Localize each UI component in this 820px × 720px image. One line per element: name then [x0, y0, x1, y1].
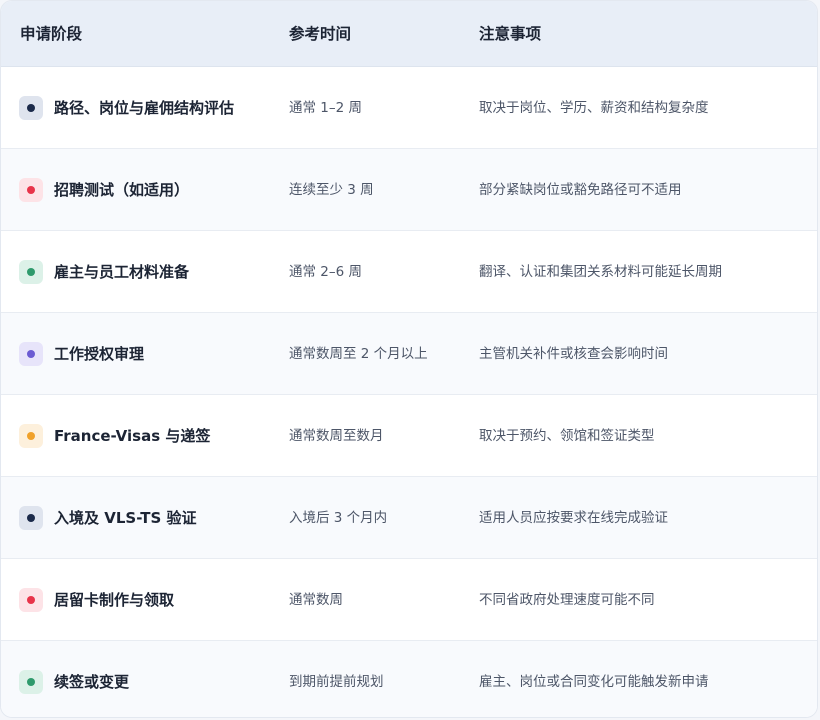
time-cell: 入境后 3 个月内 [289, 510, 388, 526]
dot-icon [27, 514, 35, 522]
dot-icon [27, 268, 35, 276]
notes-cell: 雇主、岗位或合同变化可能触发新申请 [479, 674, 709, 690]
stage-dot-icon [19, 178, 43, 202]
notes-cell: 取决于预约、领馆和签证类型 [479, 428, 655, 444]
table-row: 续签或变更 到期前提前规划 雇主、岗位或合同变化可能触发新申请 [1, 641, 817, 717]
table-body: 路径、岗位与雇佣结构评估 通常 1–2 周 取决于岗位、学历、薪资和结构复杂度招聘测… [1, 67, 817, 717]
dot-icon [27, 432, 35, 440]
header-stage: 申请阶段 [20, 25, 83, 43]
notes-cell: 主管机关补件或核查会影响时间 [479, 346, 668, 362]
dot-icon [27, 350, 35, 358]
stage-cell: 工作授权审理 [54, 345, 145, 363]
stage-dot-icon [19, 424, 43, 448]
stage-cell: France-Visas 与递签 [54, 427, 211, 445]
stage-cell: 路径、岗位与雇佣结构评估 [54, 99, 235, 117]
dot-icon [27, 678, 35, 686]
time-cell: 通常数周至 2 个月以上 [289, 346, 428, 362]
table-row: 居留卡制作与领取 通常数周 不同省政府处理速度可能不同 [1, 559, 817, 641]
stage-cell: 居留卡制作与领取 [54, 591, 175, 609]
time-cell: 连续至少 3 周 [289, 182, 374, 198]
stage-cell: 雇主与员工材料准备 [54, 263, 190, 281]
dot-icon [27, 104, 35, 112]
dot-icon [27, 186, 35, 194]
time-cell: 通常 1–2 周 [289, 100, 363, 116]
table-row: 入境及 VLS-TS 验证 入境后 3 个月内 适用人员应按要求在线完成验证 [1, 477, 817, 559]
header-time: 参考时间 [289, 25, 352, 43]
table-row: 雇主与员工材料准备 通常 2–6 周 翻译、认证和集团关系材料可能延长周期 [1, 231, 817, 313]
time-cell: 通常数周至数月 [289, 428, 384, 444]
stage-cell: 续签或变更 [54, 673, 130, 691]
table-row: France-Visas 与递签 通常数周至数月 取决于预约、领馆和签证类型 [1, 395, 817, 477]
table-header: 申请阶段 参考时间 注意事项 [1, 1, 817, 67]
timeline-table: 申请阶段 参考时间 注意事项 路径、岗位与雇佣结构评估 通常 1–2 周 取决于岗位… [0, 0, 818, 718]
notes-cell: 不同省政府处理速度可能不同 [479, 592, 655, 608]
stage-dot-icon [19, 588, 43, 612]
notes-cell: 翻译、认证和集团关系材料可能延长周期 [479, 264, 722, 280]
table-row: 招聘测试（如适用） 连续至少 3 周 部分紧缺岗位或豁免路径可不适用 [1, 149, 817, 231]
stage-cell: 招聘测试（如适用） [54, 181, 190, 199]
stage-dot-icon [19, 96, 43, 120]
dot-icon [27, 596, 35, 604]
time-cell: 到期前提前规划 [289, 674, 384, 690]
stage-dot-icon [19, 260, 43, 284]
stage-dot-icon [19, 342, 43, 366]
time-cell: 通常数周 [289, 592, 343, 608]
table-row: 工作授权审理 通常数周至 2 个月以上 主管机关补件或核查会影响时间 [1, 313, 817, 395]
notes-cell: 部分紧缺岗位或豁免路径可不适用 [479, 182, 682, 198]
time-cell: 通常 2–6 周 [289, 264, 363, 280]
header-notes: 注意事项 [479, 25, 542, 43]
notes-cell: 适用人员应按要求在线完成验证 [479, 510, 668, 526]
notes-cell: 取决于岗位、学历、薪资和结构复杂度 [479, 100, 709, 116]
stage-cell: 入境及 VLS-TS 验证 [54, 509, 197, 527]
table-row: 路径、岗位与雇佣结构评估 通常 1–2 周 取决于岗位、学历、薪资和结构复杂度 [1, 67, 817, 149]
stage-dot-icon [19, 506, 43, 530]
stage-dot-icon [19, 670, 43, 694]
